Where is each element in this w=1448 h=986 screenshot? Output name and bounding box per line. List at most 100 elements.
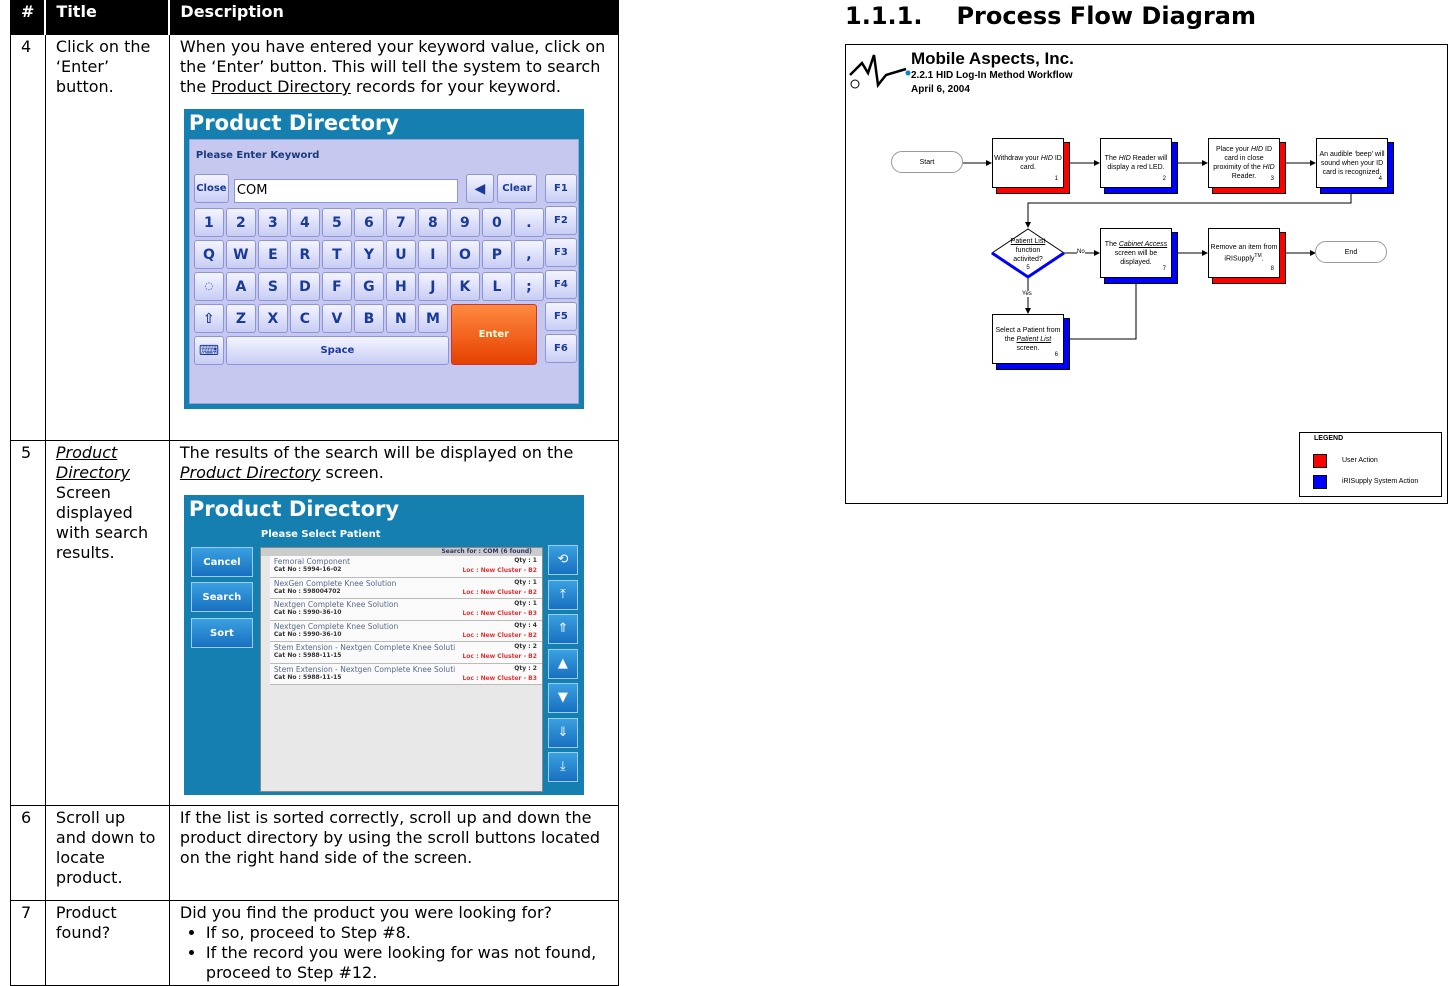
- key-.[interactable]: .: [513, 208, 544, 237]
- key-S[interactable]: S: [257, 272, 288, 301]
- legend-swatch-system: [1313, 475, 1327, 489]
- step-title: Product found?: [44, 900, 170, 986]
- caps-icon[interactable]: ◌: [193, 272, 224, 301]
- key-P[interactable]: P: [481, 240, 512, 269]
- key-9[interactable]: 9: [449, 208, 480, 237]
- key-V[interactable]: V: [321, 304, 352, 333]
- item-loc: Loc : New Cluster - B3: [462, 610, 537, 617]
- key-R[interactable]: R: [289, 240, 320, 269]
- key-2[interactable]: 2: [225, 208, 256, 237]
- item-loc: Loc : New Cluster - B3: [462, 674, 537, 682]
- down-icon[interactable]: ▼: [547, 683, 578, 713]
- table-row: 4 Click on the ‘Enter’ button. When you …: [10, 34, 620, 441]
- key-L[interactable]: L: [481, 272, 512, 301]
- key-4[interactable]: 4: [289, 208, 320, 237]
- key-8[interactable]: 8: [417, 208, 448, 237]
- key-K[interactable]: K: [449, 272, 480, 301]
- function-key-f6[interactable]: F6: [544, 334, 577, 363]
- key-C[interactable]: C: [289, 304, 320, 333]
- page-down-icon[interactable]: ⇓: [547, 717, 578, 748]
- key-X[interactable]: X: [257, 304, 288, 333]
- search-button[interactable]: Search: [190, 582, 253, 612]
- key-6[interactable]: 6: [353, 208, 384, 237]
- key-E[interactable]: E: [257, 240, 288, 269]
- key-;[interactable]: ;: [513, 272, 544, 301]
- results-screenshot: Product Directory Please Select Patient …: [183, 495, 584, 795]
- key-7[interactable]: 7: [385, 208, 416, 237]
- key-D[interactable]: D: [289, 272, 320, 301]
- step-description: The results of the search will be displa…: [168, 440, 620, 806]
- scroll-top-icon[interactable]: ⤒: [547, 579, 578, 610]
- list-item[interactable]: Stem Extension - Nextgen Complete Knee S…: [269, 663, 542, 685]
- function-key-f3[interactable]: F3: [544, 238, 577, 267]
- section-heading: 1.1.1. Process Flow Diagram: [845, 2, 1256, 30]
- end-node: End: [1315, 241, 1387, 263]
- backspace-icon[interactable]: ◀: [465, 174, 494, 203]
- key-I[interactable]: I: [417, 240, 448, 269]
- step-number: 5: [10, 440, 46, 806]
- key-,[interactable]: ,: [513, 240, 544, 269]
- step-node-7: The Cabinet Access screen will be displa…: [1100, 228, 1172, 278]
- key-O[interactable]: O: [449, 240, 480, 269]
- shift-icon[interactable]: ⇧: [193, 304, 224, 333]
- key-1[interactable]: 1: [193, 208, 224, 237]
- cancel-button[interactable]: Cancel: [190, 547, 253, 577]
- list-item[interactable]: Nextgen Complete Knee Solution Cat No : 5…: [269, 599, 542, 621]
- product-directory-link[interactable]: Product Directory: [180, 463, 321, 482]
- step-title: Scroll up and down to locate product.: [44, 805, 170, 901]
- keyword-screenshot: Product Directory Please Enter Keyword C…: [183, 109, 584, 409]
- list-item[interactable]: Stem Extension - Nextgen Complete Knee S…: [269, 642, 542, 664]
- list-item[interactable]: NexGen Complete Knee Solution Cat No : 59…: [269, 577, 542, 599]
- clear-key[interactable]: Clear: [496, 174, 537, 203]
- key-Q[interactable]: Q: [193, 240, 224, 269]
- item-name: Femoral Component: [273, 557, 351, 566]
- bullet-item: If the record you were looking for was n…: [206, 943, 608, 983]
- function-key-f5[interactable]: F5: [544, 302, 577, 331]
- keyword-input[interactable]: COM: [233, 179, 458, 203]
- page-up-icon[interactable]: ⇑: [547, 614, 578, 644]
- key-M[interactable]: M: [417, 304, 448, 333]
- key-Y[interactable]: Y: [353, 240, 384, 269]
- key-Z[interactable]: Z: [225, 304, 256, 333]
- key-B[interactable]: B: [353, 304, 384, 333]
- refresh-icon[interactable]: ⟲: [547, 545, 578, 575]
- step-node-6: Select a Patient from the Patient List s…: [992, 314, 1064, 364]
- key-F[interactable]: F: [321, 272, 352, 301]
- steps-table: # Title Description 4 Click on the ‘Ente…: [10, 0, 620, 986]
- list-item[interactable]: Femoral Component Cat No : 5994-16-02 Qty …: [269, 556, 542, 578]
- key-T[interactable]: T: [321, 240, 352, 269]
- function-key-f2[interactable]: F2: [544, 206, 577, 235]
- key-H[interactable]: H: [385, 272, 416, 301]
- key-J[interactable]: J: [417, 272, 448, 301]
- section-number: 1.1.1.: [845, 2, 923, 30]
- product-directory-link[interactable]: Product Directory: [211, 77, 351, 96]
- space-key[interactable]: Space: [225, 336, 449, 365]
- close-key[interactable]: Close: [193, 174, 229, 203]
- key-A[interactable]: A: [225, 272, 256, 301]
- step-title: Click on the ‘Enter’ button.: [44, 34, 170, 441]
- key-U[interactable]: U: [385, 240, 416, 269]
- screen-subtitle: Please Select Patient: [260, 529, 381, 540]
- key-G[interactable]: G: [353, 272, 384, 301]
- step-node-2: The HID Reader will display a red LED. 2: [1100, 138, 1172, 188]
- product-directory-link[interactable]: Product Directory: [56, 443, 130, 482]
- keyboard-icon[interactable]: ⌨: [193, 336, 224, 365]
- function-key-f4[interactable]: F4: [544, 270, 577, 299]
- function-key-f1[interactable]: F1: [544, 174, 577, 203]
- key-5[interactable]: 5: [321, 208, 352, 237]
- key-0[interactable]: 0: [481, 208, 512, 237]
- list-item[interactable]: Nextgen Complete Knee Solution Cat No : 5…: [269, 620, 542, 642]
- enter-key[interactable]: Enter: [450, 304, 537, 365]
- step-description: When you have entered your keyword value…: [168, 34, 620, 441]
- start-node: Start: [891, 151, 963, 173]
- keyword-prompt: Please Enter Keyword: [195, 150, 320, 161]
- key-W[interactable]: W: [225, 240, 256, 269]
- sort-button[interactable]: Sort: [190, 618, 253, 648]
- step-number: 6: [10, 805, 46, 901]
- key-N[interactable]: N: [385, 304, 416, 333]
- scroll-bottom-icon[interactable]: ⤓: [547, 752, 578, 782]
- key-3[interactable]: 3: [257, 208, 288, 237]
- up-icon[interactable]: ▲: [547, 648, 578, 679]
- results-list: Search for : COM (6 found) Femoral Compo…: [259, 547, 543, 792]
- legend-title: LEGEND: [1314, 435, 1344, 442]
